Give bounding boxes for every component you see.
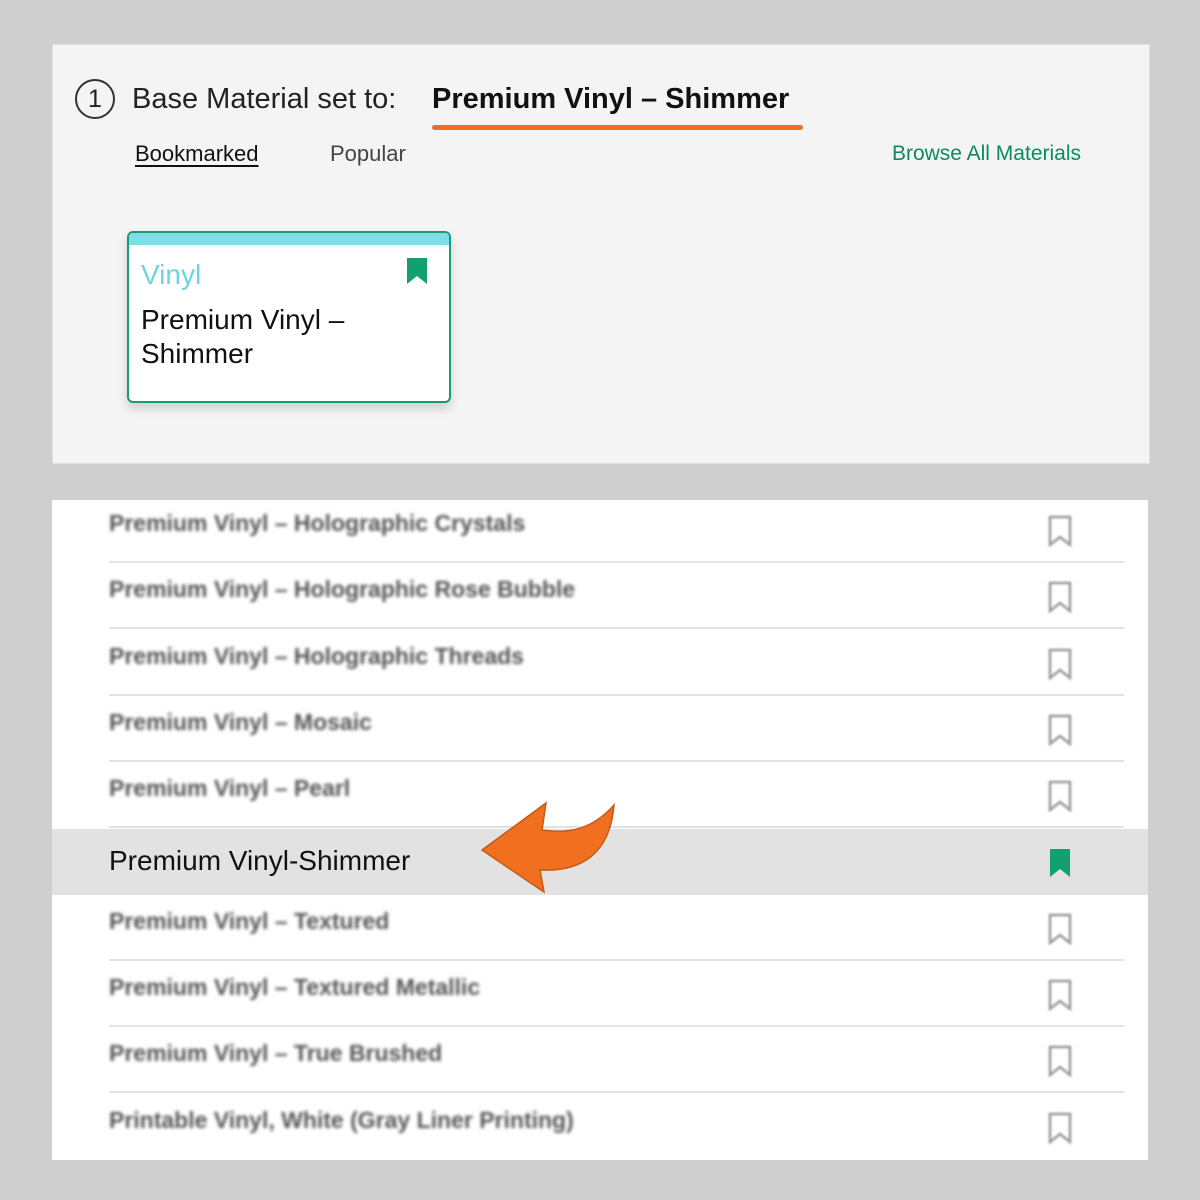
bookmark-outline-icon[interactable] [1047,1045,1073,1078]
list-item[interactable]: Premium Vinyl – Holographic Threads [52,630,1148,696]
list-item-label: Premium Vinyl – Holographic Rose Bubble [109,576,576,603]
browse-all-materials-link[interactable]: Browse All Materials [892,142,1081,166]
list-item[interactable]: Premium Vinyl – Holographic Crystals [52,500,1148,563]
list-item-label: Premium Vinyl – Holographic Threads [109,642,524,669]
list-item[interactable]: Printable Vinyl, White (Gray Liner Print… [52,1094,1148,1160]
curved-arrow-icon [480,801,615,894]
bookmark-outline-icon[interactable] [1047,913,1073,945]
step-number: 1 [88,84,102,113]
base-material-value: Premium Vinyl – Shimmer [432,83,790,115]
bookmark-outline-icon[interactable] [1047,581,1073,614]
bookmark-filled-icon[interactable] [1047,847,1073,879]
bookmark-outline-icon[interactable] [1047,648,1073,680]
card-category: Vinyl [141,259,202,290]
list-item[interactable]: Premium Vinyl – Mosaic [52,696,1148,762]
base-material-label: Base Material set to: [132,83,397,115]
bookmark-outline-icon[interactable] [1047,515,1073,547]
list-item-label: Premium Vinyl – True Brushed [109,1040,443,1067]
list-item[interactable]: Premium Vinyl – Textured Metallic [52,961,1148,1028]
list-item-label: Premium Vinyl – Textured Metallic [109,974,481,1001]
tab-bookmarked[interactable]: Bookmarked [135,141,259,167]
list-item-label: Premium Vinyl-Shimmer [109,844,411,876]
list-item[interactable]: Premium Vinyl – Holographic Rose Bubble [52,563,1148,630]
bookmark-outline-icon[interactable] [1047,1112,1073,1144]
tab-popular[interactable]: Popular [330,141,406,167]
card-title: Premium Vinyl – Shimmer [141,304,345,369]
bookmark-outline-icon[interactable] [1047,714,1073,746]
list-item-label: Premium Vinyl – Textured [109,907,390,934]
bookmark-outline-icon[interactable] [1047,780,1073,813]
list-item-label: Premium Vinyl – Pearl [109,775,351,802]
bookmark-outline-icon[interactable] [1047,979,1073,1012]
material-card[interactable]: Vinyl Premium Vinyl – Shimmer [127,231,451,403]
list-item-label: Premium Vinyl – Holographic Crystals [109,510,526,536]
bookmark-filled-icon[interactable] [405,257,429,285]
material-selection-panel: 1 Base Material set to: Premium Vinyl – … [52,44,1150,464]
step-number-badge: 1 [75,79,115,119]
list-item-label: Premium Vinyl – Mosaic [109,708,372,735]
list-item[interactable]: Premium Vinyl – Textured [52,895,1148,961]
list-item-label: Printable Vinyl, White (Gray Liner Print… [109,1106,574,1133]
list-item[interactable]: Premium Vinyl – True Brushed [52,1027,1148,1094]
highlight-underline [432,125,803,130]
card-color-strip [129,233,449,245]
